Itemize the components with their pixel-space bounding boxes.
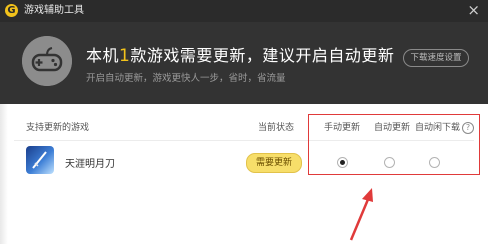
annotation-arrow: [349, 188, 373, 241]
